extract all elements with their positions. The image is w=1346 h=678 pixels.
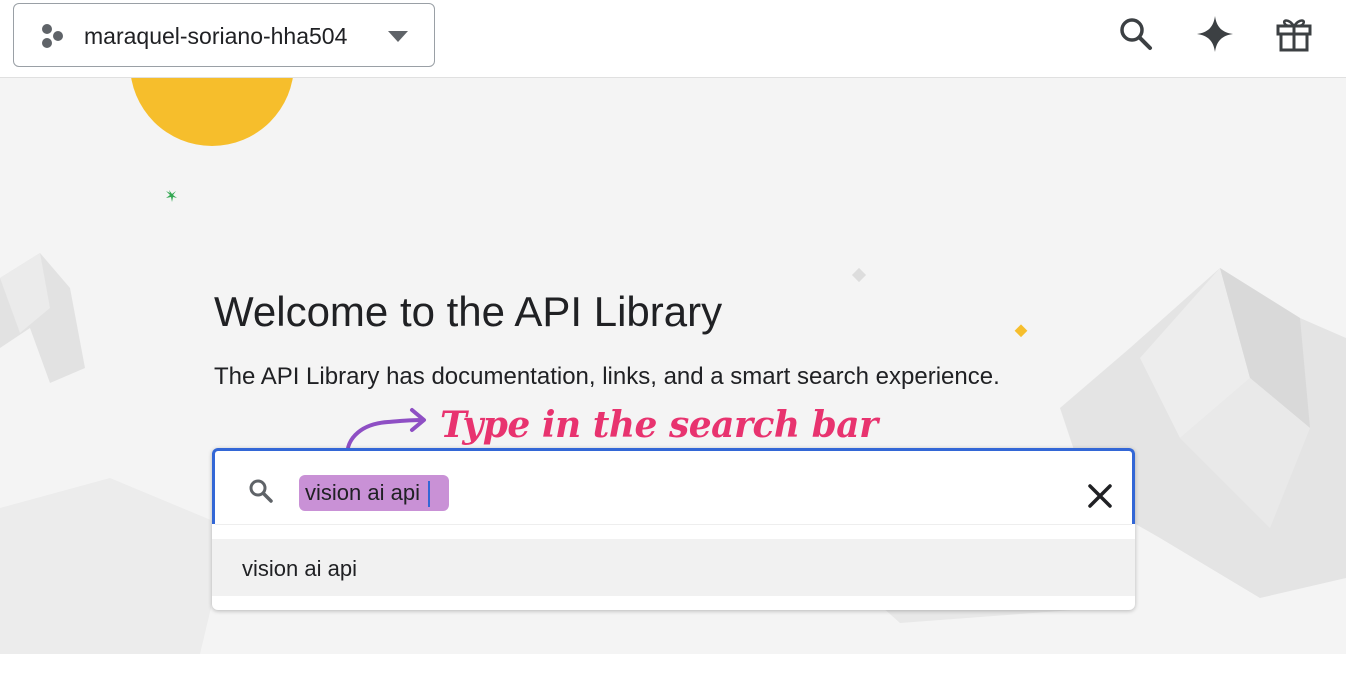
chevron-down-icon — [388, 31, 408, 42]
gift-icon[interactable] — [1274, 14, 1314, 54]
green-sparkle — [166, 190, 177, 202]
search-bar — [212, 448, 1135, 524]
project-name: maraquel-soriano-hha504 — [84, 23, 348, 49]
search-container: vision ai api — [212, 448, 1135, 610]
sun-shape — [131, 78, 293, 146]
yellow-sparkle — [1014, 324, 1028, 338]
close-icon[interactable] — [1085, 481, 1115, 511]
page-subtitle: The API Library has documentation, links… — [214, 363, 1000, 390]
handwritten-annotation: Type in the search bar — [440, 404, 878, 446]
search-icon[interactable] — [1116, 14, 1156, 54]
gray-sparkle — [851, 267, 867, 283]
search-icon — [249, 479, 273, 503]
top-bar: maraquel-soriano-hha504 — [0, 0, 1346, 78]
hexagon-cluster-icon — [42, 24, 63, 48]
search-suggestion-item[interactable]: vision ai api — [212, 539, 1135, 596]
sparkle-icon[interactable] — [1195, 14, 1235, 54]
divider — [215, 524, 1132, 525]
search-suggestion-label: vision ai api — [242, 556, 357, 581]
text-cursor — [428, 481, 430, 507]
project-picker[interactable]: maraquel-soriano-hha504 — [13, 3, 435, 67]
search-input[interactable] — [299, 475, 449, 511]
left-hill — [0, 478, 230, 654]
page-title: Welcome to the API Library — [214, 288, 723, 335]
